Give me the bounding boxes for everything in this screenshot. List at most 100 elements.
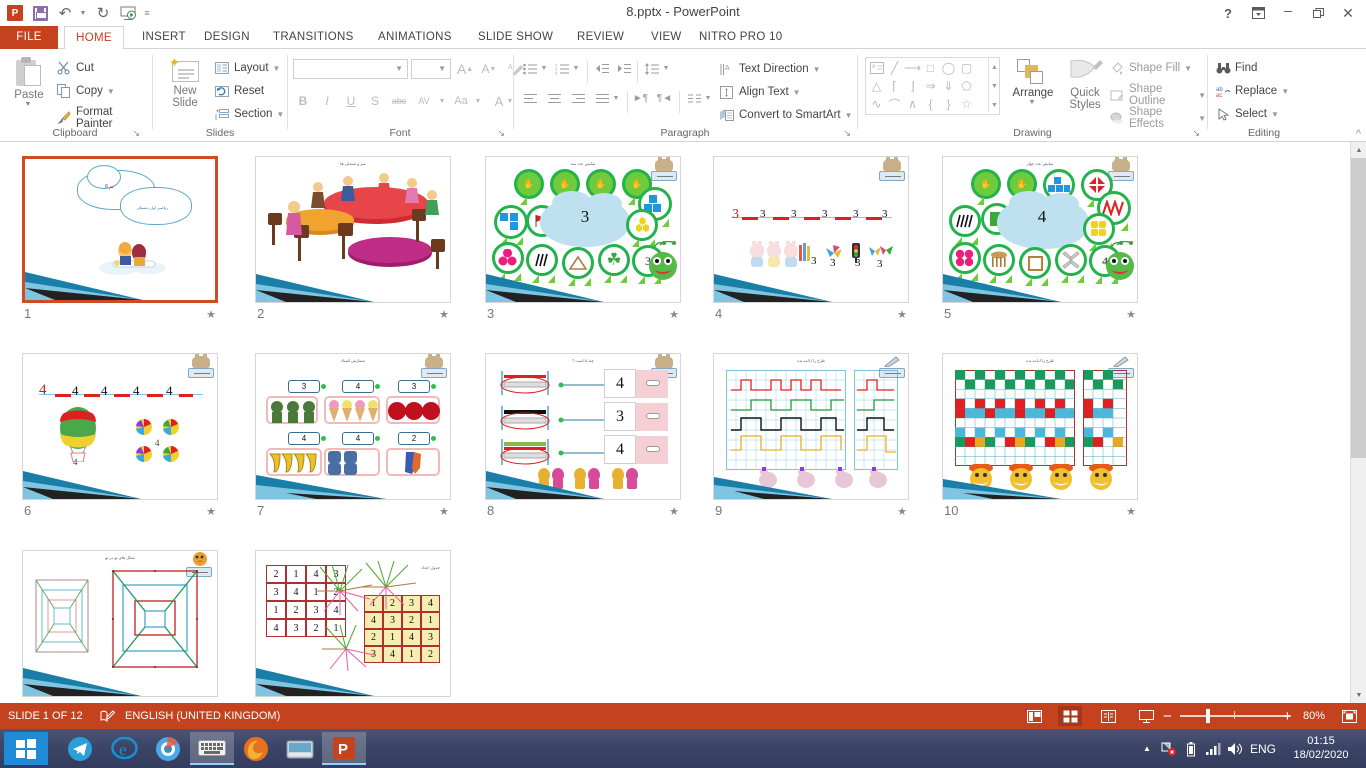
network-signal-icon[interactable] (1202, 729, 1224, 768)
slide-canvas-11[interactable]: شکل های تو در تو (22, 550, 218, 697)
justify-caret-icon[interactable]: ▼ (611, 89, 621, 108)
tab-slide-show[interactable]: SLIDE SHOW (467, 26, 564, 49)
triangle-shape-icon[interactable]: △ (868, 78, 885, 94)
ltr-text-direction-button[interactable]: ►¶ (631, 89, 650, 108)
slide-canvas-6[interactable]: 4 4 4 4 4 4 4 (22, 353, 218, 500)
replace-caret-icon[interactable]: ▼ (1281, 87, 1289, 96)
freeform-shape-icon[interactable]: ∿ (868, 96, 885, 112)
strikethrough-button[interactable]: abc (389, 91, 409, 111)
slide-canvas-10[interactable]: طرح را ادامه بده (942, 353, 1138, 500)
slide-canvas-9[interactable]: طرح را ادامه بده (713, 353, 909, 500)
numbering-caret-icon[interactable]: ▼ (571, 59, 581, 78)
bullets-caret-icon[interactable]: ▼ (539, 59, 549, 78)
numbering-button[interactable]: 123 (553, 59, 572, 78)
slide-thumbnail-4[interactable]: 3 3 3 3 3 3 3 3 (713, 156, 913, 338)
powerpoint-taskbar-icon[interactable]: P (322, 732, 366, 765)
zoom-in-button[interactable]: + (1283, 703, 1292, 729)
tab-transitions[interactable]: TRANSITIONS (262, 26, 365, 49)
decrease-indent-button[interactable] (593, 59, 612, 78)
zoom-level-label[interactable]: 80% (1303, 703, 1325, 729)
reading-view-button[interactable] (1096, 706, 1120, 726)
slide-thumbnail-6[interactable]: 4 4 4 4 4 4 4 (22, 353, 222, 535)
select-caret-icon[interactable]: ▼ (1271, 110, 1279, 119)
slide-canvas-7[interactable]: شمارش اشیاء 3 4 3 4 (255, 353, 451, 500)
close-button[interactable]: ✕ (1334, 2, 1362, 24)
shape-outline-button[interactable]: Shape Outline ▼ (1109, 83, 1206, 107)
text-box-shape-icon[interactable]: A (868, 60, 885, 76)
arrange-button[interactable]: Arrange ▼ (1007, 57, 1059, 106)
replace-button[interactable]: abac Replace ▼ (1215, 83, 1289, 99)
fit-slide-to-window-button[interactable] (1337, 706, 1361, 726)
right-brace-shape-icon[interactable]: } (940, 96, 957, 112)
new-slide-button[interactable]: ✦ New Slide (160, 59, 210, 109)
slide-thumbnail-9[interactable]: طرح را ادامه بده (713, 353, 913, 535)
bullets-button[interactable] (521, 59, 540, 78)
paste-button[interactable]: Paste ▼ (6, 57, 52, 108)
scrollbar-thumb[interactable] (1351, 158, 1366, 458)
show-hidden-icons-button[interactable]: ▲ (1136, 729, 1158, 768)
zoom-slider-handle[interactable] (1206, 709, 1210, 723)
layout-dropdown-caret-icon[interactable]: ▼ (273, 64, 281, 73)
slide-canvas-12[interactable]: جدول اعداد 2 1 4 3 3 4 1 2 1 2 3 4 4 3 2… (255, 550, 451, 697)
slide-thumbnail-3[interactable]: نمایش عدد سه ✋ ✋ ✋ ✋ (485, 156, 685, 338)
change-case-caret-icon[interactable]: ▼ (473, 91, 483, 111)
curve-shape-icon[interactable]: ∧ (904, 96, 921, 112)
align-text-button[interactable]: Align Text ▼ (719, 84, 801, 100)
tab-animations[interactable]: ANIMATIONS (367, 26, 463, 49)
copy-dropdown-caret-icon[interactable]: ▼ (107, 87, 115, 96)
down-arrow-shape-icon[interactable]: ⇓ (940, 78, 957, 94)
tab-view[interactable]: VIEW (640, 26, 693, 49)
align-right-button[interactable] (569, 89, 588, 108)
shape-outline-caret-icon[interactable]: ▼ (1198, 91, 1206, 100)
decrease-font-size-button[interactable]: A▼ (479, 59, 499, 79)
browser-taskbar-icon[interactable] (146, 732, 190, 765)
tab-home[interactable]: HOME (64, 26, 124, 50)
increase-font-size-button[interactable]: A▲ (455, 59, 475, 79)
action-center-icon[interactable] (1158, 729, 1180, 768)
bold-button[interactable]: B (293, 91, 313, 111)
tab-nitro-pro[interactable]: NITRO PRO 10 (688, 26, 793, 49)
restore-button[interactable] (1304, 2, 1332, 24)
slide-thumbnail-8[interactable]: چند تا است ؟ 4 (485, 353, 685, 535)
shapes-scroll-down-icon[interactable]: ▼ (989, 77, 1000, 95)
reset-button[interactable]: Reset (214, 83, 264, 99)
slide-canvas-5[interactable]: نمایش عدد چهار ✋ ✋ (942, 156, 1138, 303)
columns-button[interactable] (685, 89, 704, 108)
slide-sorter-button[interactable] (1058, 706, 1082, 726)
language-indicator-tray[interactable]: ENG (1246, 729, 1280, 768)
font-dialog-launcher[interactable]: ↘ (497, 128, 505, 139)
character-spacing-button[interactable]: AV (411, 91, 437, 111)
drawing-dialog-launcher[interactable]: ↘ (1192, 128, 1200, 139)
slide-canvas-2[interactable]: میز و صندلی ها (255, 156, 451, 303)
spelling-check-icon[interactable] (100, 703, 115, 729)
tab-review[interactable]: REVIEW (566, 26, 635, 49)
select-button[interactable]: Select ▼ (1215, 106, 1279, 122)
shape-fill-button[interactable]: Shape Fill ▼ (1109, 60, 1192, 76)
minimize-button[interactable]: – (1274, 2, 1302, 24)
align-left-button[interactable] (521, 89, 540, 108)
left-brace-shape-icon[interactable]: { (922, 96, 939, 112)
slide-sorter-pane[interactable]: تم 8 ریاضی اول دبستان 1 ★ (0, 142, 1350, 703)
text-shadow-button[interactable]: S (365, 91, 385, 111)
arc-shape-icon[interactable]: ⌒ (886, 96, 903, 112)
find-button[interactable]: Find (1215, 60, 1257, 76)
shape-fill-caret-icon[interactable]: ▼ (1184, 64, 1192, 73)
change-case-button[interactable]: Aa (449, 91, 473, 111)
folder-taskbar-icon[interactable] (278, 732, 322, 765)
cut-button[interactable]: Cut (56, 60, 94, 76)
shapes-gallery[interactable]: A ╱ ⟶ □ ◯ ▢ △ ⌈ ⌋ ⇒ ⇓ ⬠ ∿ ⌒ ∧ { } ☆ ▲ ▼ … (865, 57, 1000, 115)
section-button[interactable]: ✦ Section ▼ (214, 106, 284, 122)
slide-canvas-3[interactable]: نمایش عدد سه ✋ ✋ ✋ ✋ (485, 156, 681, 303)
oval-shape-icon[interactable]: ◯ (940, 60, 957, 76)
rectangle-shape-icon[interactable]: □ (922, 60, 939, 76)
slide-thumbnail-7[interactable]: شمارش اشیاء 3 4 3 4 (255, 353, 455, 535)
tab-design[interactable]: DESIGN (193, 26, 261, 49)
character-spacing-caret-icon[interactable]: ▼ (437, 91, 447, 111)
clipboard-dialog-launcher[interactable]: ↘ (132, 128, 140, 139)
zoom-slider-track[interactable] (1180, 715, 1290, 717)
ribbon-display-options-icon[interactable] (1244, 2, 1272, 24)
internet-explorer-taskbar-icon[interactable]: e (102, 732, 146, 765)
font-size-caret-icon[interactable]: ▼ (438, 64, 446, 73)
columns-caret-icon[interactable]: ▼ (703, 89, 713, 108)
firefox-taskbar-icon[interactable] (234, 732, 278, 765)
